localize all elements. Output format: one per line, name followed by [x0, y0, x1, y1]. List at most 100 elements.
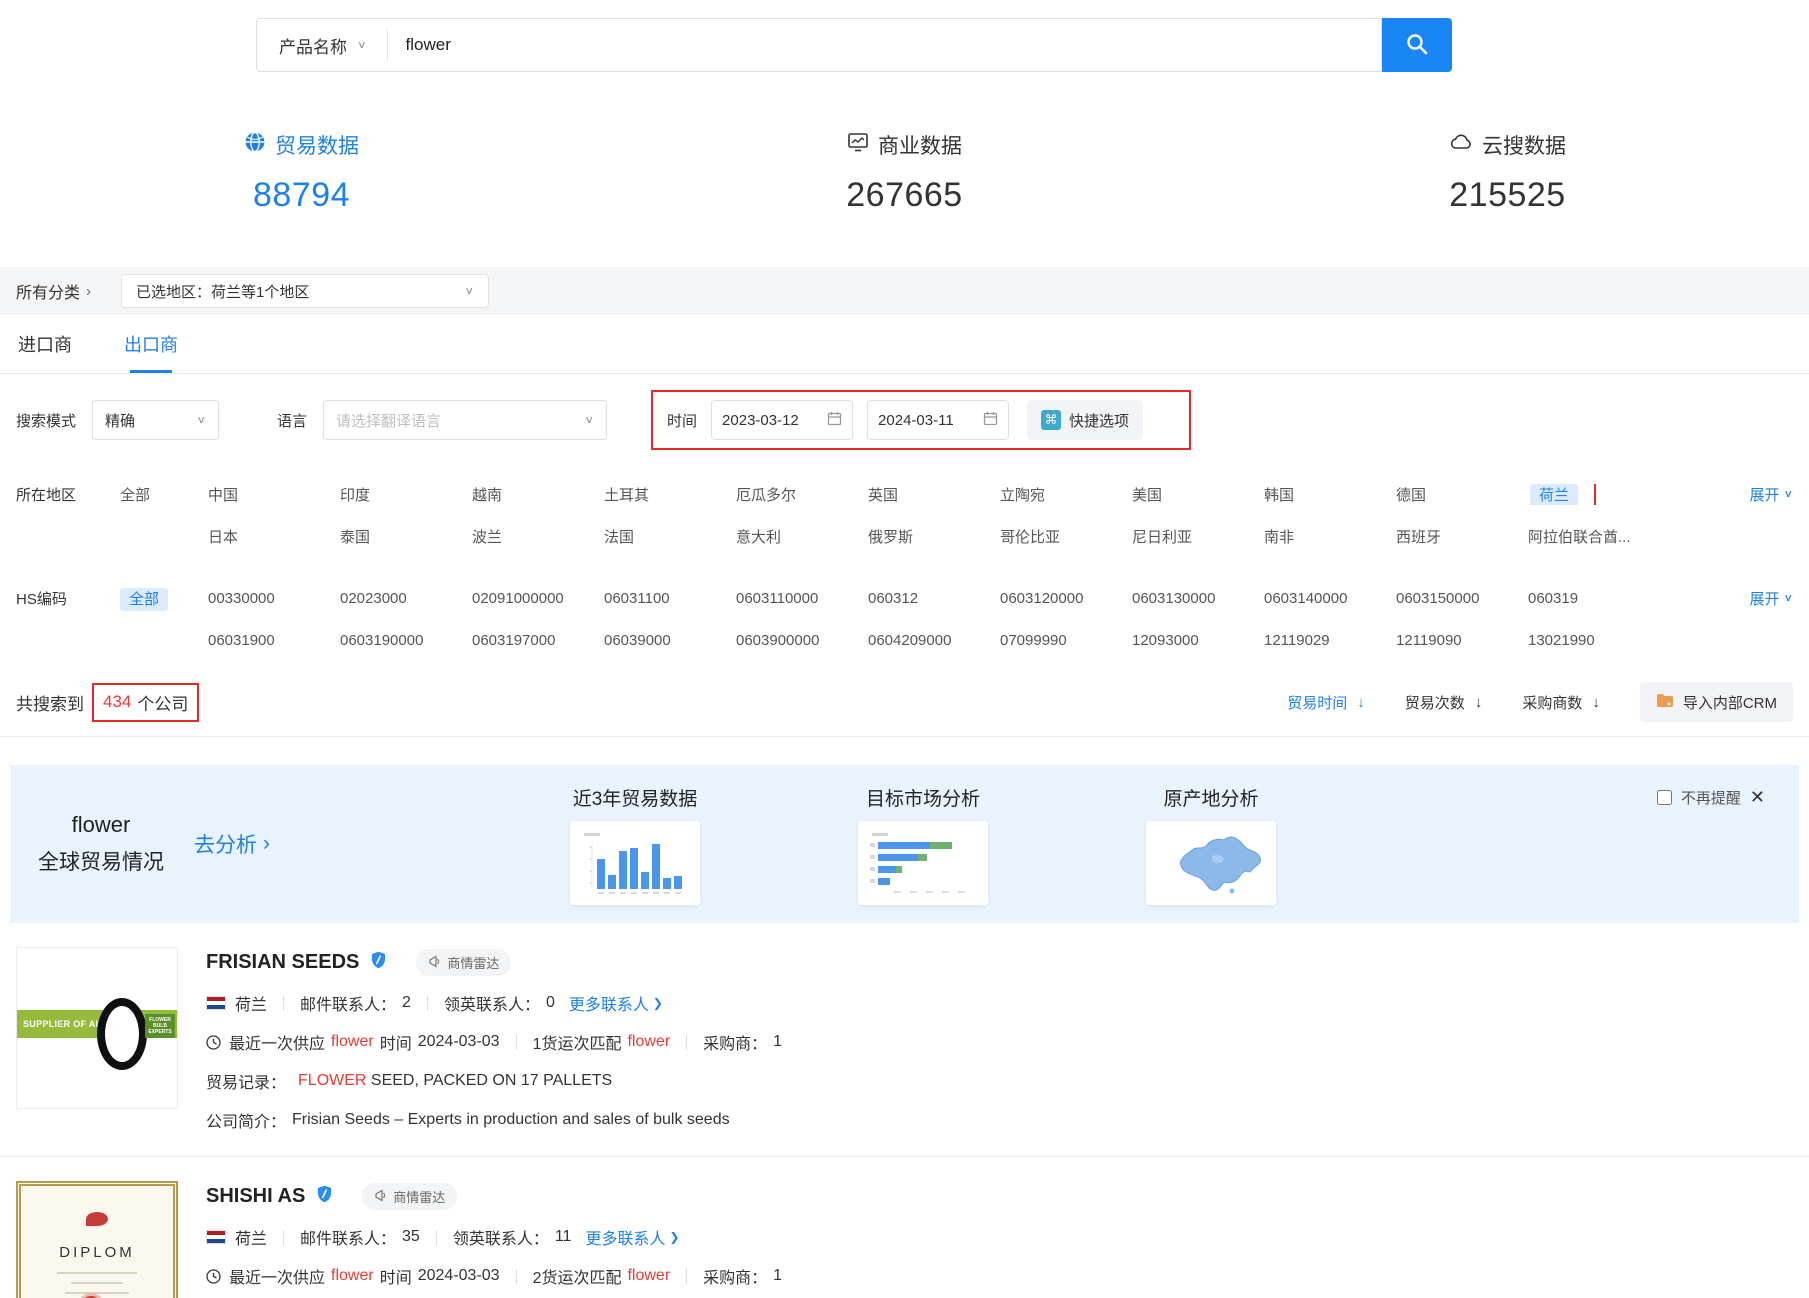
- close-icon[interactable]: ✕: [1750, 787, 1765, 808]
- hs-code-item[interactable]: 0603130000: [1132, 590, 1264, 607]
- company-logo[interactable]: DIPLOM: [16, 1181, 178, 1298]
- tab-exporter[interactable]: 出口商: [124, 315, 178, 373]
- tab-cloud-search-data[interactable]: 云搜数据 215525: [1206, 130, 1809, 215]
- time-label: 时间: [380, 1264, 412, 1288]
- more-contacts-link[interactable]: 更多联系人 ❯: [569, 991, 663, 1015]
- region-item[interactable]: 英国: [868, 484, 1000, 505]
- divider: [436, 1230, 437, 1245]
- region-item[interactable]: 厄瓜多尔: [736, 484, 868, 505]
- supply-prefix: 最近一次供应: [229, 1030, 325, 1054]
- company-country: 荷兰: [235, 991, 267, 1015]
- banner-card-trade-history[interactable]: 近3年贸易数据: [570, 784, 700, 905]
- region-item[interactable]: 西班牙: [1396, 526, 1528, 547]
- stat-label: 云搜数据: [1482, 130, 1566, 160]
- hs-code-item[interactable]: 0603120000: [1000, 590, 1132, 607]
- region-item[interactable]: 法国: [604, 526, 736, 547]
- hs-expand-link[interactable]: 展开 ∨: [1749, 588, 1793, 609]
- hs-code-item[interactable]: 0603110000: [736, 590, 868, 607]
- dismiss-checkbox[interactable]: [1657, 790, 1672, 805]
- chevron-right-icon: ❯: [669, 1230, 679, 1244]
- search-button[interactable]: [1382, 18, 1452, 72]
- selected-region-value: 已选地区：荷兰等1个地区: [136, 281, 309, 302]
- region-expand-link[interactable]: 展开 ∨: [1749, 484, 1793, 505]
- search-input[interactable]: [388, 35, 1381, 55]
- arrow-down-icon: ↓: [1475, 694, 1483, 711]
- tab-business-data[interactable]: 商业数据 267665: [603, 130, 1206, 215]
- hs-code-item[interactable]: 12119090: [1396, 632, 1528, 649]
- company-logo[interactable]: SUPPLIER OF ALL SEEDS FLOWER BULB EXPERT…: [16, 947, 178, 1109]
- hs-code-item[interactable]: 0603190000: [340, 632, 472, 649]
- banner-dismiss: 不再提醒 ✕: [1657, 787, 1765, 808]
- filter-row-mode: 搜索模式 精确 ∨ 语言 请选择翻译语言 ∨ 时间 2023-03-12 202…: [16, 390, 1793, 450]
- hs-item-all[interactable]: 全部: [120, 588, 208, 609]
- hs-code-item[interactable]: 02091000000: [472, 590, 604, 607]
- hs-code-item[interactable]: 12093000: [1132, 632, 1264, 649]
- shipment-match: 1货运次匹配: [533, 1030, 622, 1054]
- hs-code-item[interactable]: 0604209000: [868, 632, 1000, 649]
- sort-buyer-count[interactable]: 采购商数 ↓: [1522, 692, 1600, 713]
- hs-code-item[interactable]: 02023000: [340, 590, 472, 607]
- results-count: 共搜索到 434 个公司: [16, 683, 199, 722]
- hs-code-item[interactable]: 06031900: [208, 632, 340, 649]
- keyword-highlight: flower: [627, 1267, 670, 1285]
- hs-code-item[interactable]: 06039000: [604, 632, 736, 649]
- region-item[interactable]: 印度: [340, 484, 472, 505]
- region-item[interactable]: 波兰: [472, 526, 604, 547]
- company-name[interactable]: SHISHI AS: [206, 1185, 305, 1208]
- banner-card-origin[interactable]: 原产地分析: [1146, 784, 1276, 905]
- date-to-input[interactable]: 2024-03-11: [867, 400, 1009, 440]
- hs-code-item[interactable]: 00330000: [208, 590, 340, 607]
- hs-code-item[interactable]: 12119029: [1264, 632, 1396, 649]
- search-mode-select[interactable]: 精确 ∨: [92, 400, 219, 440]
- region-item[interactable]: 日本: [208, 526, 340, 547]
- region-item[interactable]: 越南: [472, 484, 604, 505]
- sort-trade-count[interactable]: 贸易次数 ↓: [1405, 692, 1483, 713]
- hs-filter-row-1: HS编码 全部 00330000 02023000 02091000000 06…: [16, 580, 1793, 616]
- region-item[interactable]: 尼日利亚: [1132, 526, 1264, 547]
- region-item[interactable]: 南非: [1264, 526, 1396, 547]
- supply-date: 2024-03-03: [418, 1033, 500, 1051]
- tab-trade-data[interactable]: 贸易数据 88794: [0, 130, 603, 215]
- region-item[interactable]: 泰国: [340, 526, 472, 547]
- quick-options-button[interactable]: ⌘ 快捷选项: [1027, 400, 1143, 440]
- import-crm-button[interactable]: 导入内部CRM: [1640, 682, 1793, 722]
- banner-card-target-market[interactable]: 目标市场分析: [858, 784, 988, 905]
- region-item[interactable]: 意大利: [736, 526, 868, 547]
- region-item[interactable]: 德国: [1396, 484, 1528, 505]
- region-item[interactable]: 韩国: [1264, 484, 1396, 505]
- region-item[interactable]: 俄罗斯: [868, 526, 1000, 547]
- region-item[interactable]: 土耳其: [604, 484, 736, 505]
- hs-code-item[interactable]: 060312: [868, 590, 1000, 607]
- hs-code-item[interactable]: 0603900000: [736, 632, 868, 649]
- hs-code-item[interactable]: 13021990: [1528, 632, 1660, 649]
- search-category-dropdown[interactable]: 产品名称 ∨: [257, 29, 388, 61]
- search-icon: [1405, 32, 1429, 59]
- go-analyze-link[interactable]: 去分析 ›: [194, 829, 270, 859]
- time-label: 时间: [667, 410, 697, 431]
- all-categories-label[interactable]: 所有分类: [16, 279, 80, 303]
- hs-code-item[interactable]: 060319: [1528, 590, 1660, 607]
- radar-badge[interactable]: 商情雷达: [416, 949, 511, 976]
- region-item[interactable]: 哥伦比亚: [1000, 526, 1132, 547]
- more-contacts-link[interactable]: 更多联系人 ❯: [585, 1225, 679, 1249]
- hs-code-item[interactable]: 07099990: [1000, 632, 1132, 649]
- region-item[interactable]: 美国: [1132, 484, 1264, 505]
- hs-code-item[interactable]: 0603150000: [1396, 590, 1528, 607]
- role-tabs: 进口商 出口商: [0, 315, 1809, 374]
- radar-badge[interactable]: 商情雷达: [362, 1183, 457, 1210]
- sort-trade-time[interactable]: 贸易时间 ↓: [1287, 692, 1365, 713]
- more-contacts-label: 更多联系人: [569, 991, 649, 1015]
- company-name[interactable]: FRISIAN SEEDS: [206, 951, 359, 974]
- region-item-netherlands[interactable]: 荷兰: [1530, 484, 1578, 505]
- hs-code-item[interactable]: 0603140000: [1264, 590, 1396, 607]
- hs-code-item[interactable]: 0603197000: [472, 632, 604, 649]
- hs-code-item[interactable]: 06031100: [604, 590, 736, 607]
- region-item[interactable]: 阿拉伯联合酋...: [1528, 526, 1660, 547]
- date-from-input[interactable]: 2023-03-12: [711, 400, 853, 440]
- region-item-all[interactable]: 全部: [120, 484, 208, 505]
- selected-region-dropdown[interactable]: 已选地区：荷兰等1个地区 ∨: [121, 274, 489, 308]
- tab-importer[interactable]: 进口商: [18, 315, 72, 373]
- language-select[interactable]: 请选择翻译语言 ∨: [323, 400, 607, 440]
- region-item[interactable]: 立陶宛: [1000, 484, 1132, 505]
- region-item[interactable]: 中国: [208, 484, 340, 505]
